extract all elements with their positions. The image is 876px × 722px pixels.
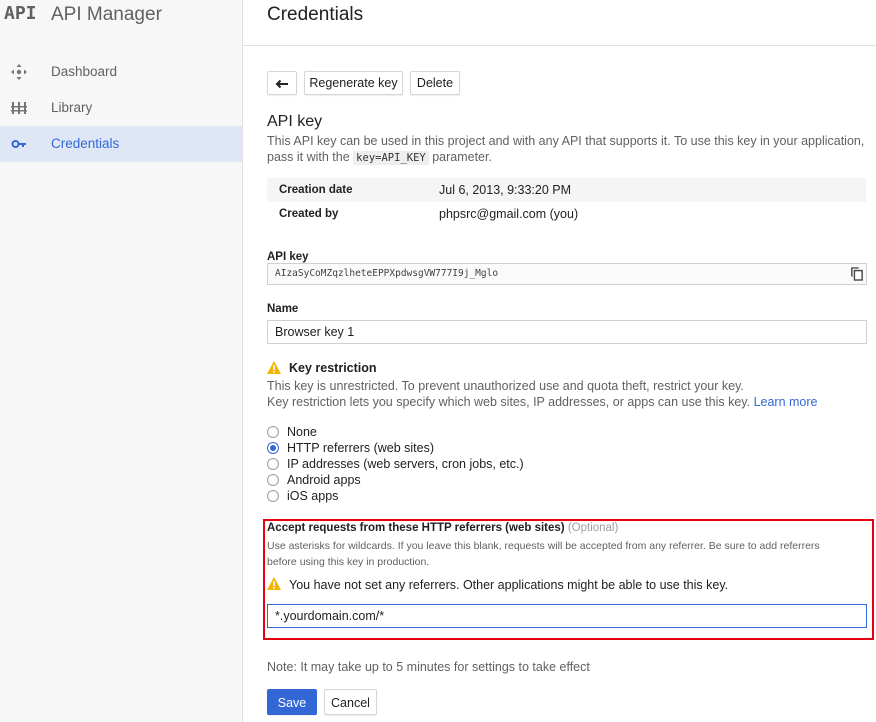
sidebar: API API Manager Dashboard Library Creden… — [0, 0, 243, 722]
optional-tag: (Optional) — [567, 522, 619, 534]
library-icon — [11, 102, 27, 114]
settings-note: Note: It may take up to 5 minutes for se… — [267, 660, 590, 674]
referrers-warning: You have not set any referrers. Other ap… — [289, 578, 729, 592]
back-button[interactable] — [267, 71, 297, 95]
name-input[interactable] — [267, 320, 867, 344]
api-logo: API — [4, 3, 37, 24]
description-line: This key is unrestricted. To prevent una… — [267, 379, 744, 393]
info-row-created-by: Created by phpsrc@gmail.com (you) — [267, 202, 866, 226]
copy-icon[interactable] — [851, 267, 863, 281]
sidebar-item-dashboard[interactable]: Dashboard — [0, 54, 242, 90]
info-label: Created by — [279, 208, 339, 220]
sidebar-item-label: Credentials — [51, 136, 120, 151]
sidebar-item-library[interactable]: Library — [0, 90, 242, 126]
key-icon — [11, 140, 26, 148]
api-key-label: API key — [267, 251, 309, 263]
learn-more-link[interactable]: Learn more — [754, 395, 818, 409]
radio-label: HTTP referrers (web sites) — [287, 441, 435, 455]
radio-button[interactable] — [267, 458, 279, 470]
warning-icon — [267, 577, 281, 590]
help-line: before using this key in production. — [267, 555, 430, 568]
info-value: phpsrc@gmail.com (you) — [439, 207, 579, 221]
radio-label: Android apps — [287, 473, 361, 487]
description-line: Key restriction lets you specify which w… — [267, 394, 867, 410]
info-row-creation-date: Creation date Jul 6, 2013, 9:33:20 PM — [267, 178, 866, 202]
page-header: Credentials — [243, 0, 876, 46]
sidebar-item-label: Library — [51, 100, 93, 115]
app-title: API Manager — [51, 4, 162, 25]
api-key-value: AIzaSyCoMZqzlheteEPPXpdwsgVW777I9j_Mglo — [275, 268, 499, 279]
radio-button[interactable] — [267, 442, 279, 454]
referrer-input[interactable] — [267, 604, 867, 628]
warning-icon — [267, 361, 281, 374]
radio-label: iOS apps — [287, 489, 339, 503]
description-text: pass it with the — [267, 150, 350, 164]
api-key-description: This API key can be used in this project… — [267, 133, 867, 166]
radio-label: None — [287, 425, 317, 439]
delete-button[interactable]: Delete — [410, 71, 460, 95]
radio-button[interactable] — [267, 490, 279, 502]
info-value: Jul 6, 2013, 9:33:20 PM — [439, 183, 572, 197]
radio-button[interactable] — [267, 474, 279, 486]
save-button[interactable]: Save — [267, 689, 317, 715]
referrers-title: Accept requests from these HTTP referrer… — [267, 522, 618, 534]
description-text: Key restriction lets you specify which w… — [267, 395, 751, 409]
sidebar-item-credentials[interactable]: Credentials — [0, 126, 242, 162]
radio-button[interactable] — [267, 426, 279, 438]
sidebar-item-label: Dashboard — [51, 64, 118, 79]
description-line: pass it with the key=API_KEY parameter. — [267, 149, 867, 166]
brand: API API Manager — [0, 0, 242, 30]
dashboard-icon — [11, 64, 27, 80]
description-line: This API key can be used in this project… — [267, 134, 865, 148]
section-title-api-key: API key — [267, 113, 323, 130]
page-title: Credentials — [267, 4, 364, 25]
info-label: Creation date — [279, 184, 353, 196]
radio-label: IP addresses (web servers, cron jobs, et… — [287, 457, 524, 471]
help-line: Use asterisks for wildcards. If you leav… — [267, 540, 820, 552]
description-text: parameter. — [432, 150, 492, 164]
referrers-help: Use asterisks for wildcards. If you leav… — [267, 539, 867, 570]
key-restriction-title: Key restriction — [289, 361, 377, 375]
api-key-field[interactable]: AIzaSyCoMZqzlheteEPPXpdwsgVW777I9j_Mglo — [267, 263, 867, 285]
cancel-button[interactable]: Cancel — [324, 689, 377, 715]
regenerate-key-button[interactable]: Regenerate key — [304, 71, 403, 95]
arrow-back-icon — [275, 79, 288, 89]
referrers-title-text: Accept requests from these HTTP referrer… — [267, 522, 565, 534]
key-param-code: key=API_KEY — [353, 151, 429, 165]
name-label: Name — [267, 303, 299, 315]
restriction-description: This key is unrestricted. To prevent una… — [267, 378, 867, 410]
